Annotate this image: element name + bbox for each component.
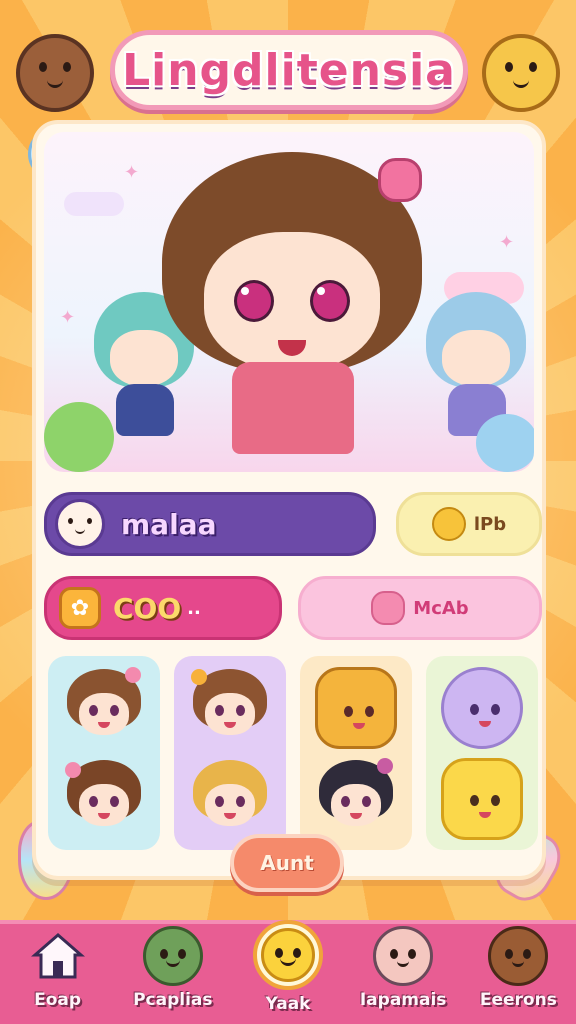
header: Lingdlitensia — [0, 22, 576, 112]
nav-item-yaak[interactable]: Yaak — [233, 920, 343, 1014]
sparkle-icon: ✦ — [60, 307, 76, 328]
nav-label: Yaak — [265, 994, 311, 1014]
green-bush-creature — [44, 402, 114, 472]
mouse-icon — [373, 926, 434, 986]
coin-count: COO — [113, 591, 182, 625]
action-button[interactable]: Aunt — [230, 834, 344, 892]
app-title: Lingdlitensia — [122, 44, 456, 96]
yellow-cat-mascot-icon — [482, 34, 560, 112]
bear-icon — [488, 926, 549, 986]
main-character[interactable] — [162, 152, 422, 472]
coins-bar[interactable]: ✿ COO .. — [44, 576, 282, 640]
nav-item-pcaplias[interactable]: Pcaplias — [118, 926, 228, 1010]
nav-label: Pcaplias — [133, 990, 213, 1010]
sparkle-icon: ✦ — [499, 232, 515, 253]
brown-hair-girl-sticker[interactable] — [189, 667, 271, 749]
player-name-bar[interactable]: malaa — [44, 492, 376, 556]
app-logo: Lingdlitensia — [110, 30, 468, 110]
yellow-chick-sticker[interactable] — [441, 757, 523, 840]
rank-badge[interactable]: McAb — [298, 576, 542, 640]
nav-label: Iapamais — [359, 990, 447, 1010]
blonde-cat-girl-sticker[interactable] — [189, 758, 271, 840]
frog-icon — [142, 926, 203, 986]
sticker-column — [174, 656, 286, 850]
nav-label: Eeerons — [479, 990, 557, 1010]
sticker-grid — [48, 656, 538, 850]
brown-hair-girl-sticker[interactable] — [63, 758, 145, 840]
action-button-label: Aunt — [260, 851, 314, 875]
smiley-coin-icon — [431, 507, 466, 541]
player-avatar[interactable] — [55, 499, 105, 549]
smiley-icon — [252, 920, 323, 990]
bottom-nav: Eoap Pcaplias Yaak Iapamais Eeerons — [0, 920, 576, 1024]
orange-cat-sticker[interactable] — [315, 666, 397, 749]
player-name: malaa — [121, 507, 217, 541]
level-label: lPb — [473, 513, 507, 535]
profile-card: ✦ ✦ ✦ malaa lPb ✿ COO .. McAb — [32, 120, 546, 880]
nav-item-eeerons[interactable]: Eeerons — [463, 926, 573, 1010]
coin-suffix: .. — [187, 597, 201, 619]
brown-dog-mascot-icon — [16, 34, 94, 112]
blue-drop-creature — [476, 414, 534, 472]
nav-item-iapamais[interactable]: Iapamais — [348, 926, 458, 1010]
purple-ghost-sticker[interactable] — [441, 666, 523, 749]
level-badge[interactable]: lPb — [396, 492, 542, 556]
character-scene: ✦ ✦ ✦ — [44, 132, 534, 472]
nav-label: Eoap — [34, 990, 82, 1010]
dark-hair-girl-sticker[interactable] — [315, 757, 397, 840]
pink-star-icon — [371, 591, 406, 625]
home-icon — [28, 926, 88, 986]
nav-item-home[interactable]: Eoap — [3, 926, 113, 1010]
sticker-column — [300, 656, 412, 850]
rank-label: McAb — [413, 597, 469, 619]
sparkle-icon: ✦ — [124, 162, 140, 183]
cat-coin-icon: ✿ — [59, 587, 101, 629]
sticker-column — [426, 656, 538, 850]
sticker-column — [48, 656, 160, 850]
cloud-decoration — [64, 192, 124, 216]
pink-bow-icon — [378, 158, 422, 202]
brown-hair-girl-sticker[interactable] — [63, 666, 145, 749]
